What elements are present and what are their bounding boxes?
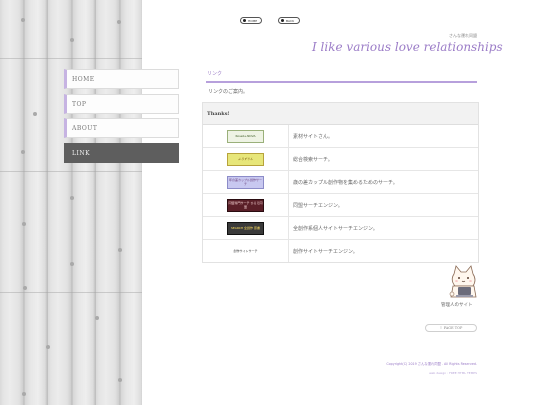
link-banner[interactable]: Roseb+NOVA <box>227 129 264 143</box>
table-row: よろずりん 総合検索サーチ。 <box>203 148 478 171</box>
home-top-button[interactable]: HOME <box>240 17 262 24</box>
site-name: さんな運れ同盟 <box>449 33 477 38</box>
sidebar-item-top[interactable]: TOP <box>64 94 179 114</box>
bullet-icon <box>281 19 284 22</box>
table-row: 創作サイトサーチ 創作サイトサーチエンジン。 <box>203 240 478 262</box>
bullet-icon <box>243 19 246 22</box>
table-row: SEARCH 全創作 原書 全創作系個人サイトサーチエンジン。 <box>203 217 478 240</box>
section-intro: リンクのご案内。 <box>208 89 249 95</box>
copyright-text: Copyright(C) 2019 さんな運れ同盟 . All Rights R… <box>386 362 477 366</box>
link-banner[interactable]: 同盟専門サーチ ひらえ同盟 <box>227 198 264 212</box>
link-banner[interactable]: 年の差カップル創作サーチ <box>227 175 264 189</box>
admin-site-link[interactable]: 管理人のサイト <box>441 302 473 308</box>
link-description: 創作サイトサーチエンジン。 <box>293 248 358 255</box>
table-row: 年の差カップル創作サーチ 歳の差カップル創作物を集めるためのサーチ。 <box>203 171 478 194</box>
home-top-label: HOME <box>248 18 258 23</box>
design-credit-link[interactable]: web design : FREE HTML TEMPS <box>429 371 477 375</box>
link-description: 歳の差カップル創作物を集めるためのサーチ。 <box>293 179 398 186</box>
table-row: Roseb+NOVA 素材サイトさん。 <box>203 125 478 148</box>
links-table: Thanks! Roseb+NOVA 素材サイトさん。 よろずりん 総合検索サー… <box>202 102 479 263</box>
wood-background-panel <box>0 0 142 405</box>
sidebar-item-home[interactable]: HOME <box>64 69 179 89</box>
back-top-label: BACK <box>286 18 295 23</box>
table-row: 同盟専門サーチ ひらえ同盟 同盟サーチエンジン。 <box>203 194 478 217</box>
link-description: 同盟サーチエンジン。 <box>293 202 343 209</box>
link-banner[interactable]: 創作サイトサーチ <box>227 244 264 258</box>
section-title: リンク <box>206 70 477 83</box>
link-description: 総合検索サーチ。 <box>293 156 333 163</box>
page-top-button[interactable]: ↑ PAGE TOP <box>425 324 477 332</box>
link-banner[interactable]: よろずりん <box>227 152 264 166</box>
link-description: 素材サイトさん。 <box>293 133 334 140</box>
back-top-button[interactable]: BACK <box>278 17 300 24</box>
link-description: 全創作系個人サイトサーチエンジン。 <box>293 225 378 232</box>
site-tagline[interactable]: I like various love relationships <box>312 40 503 54</box>
link-banner[interactable]: SEARCH 全創作 原書 <box>227 221 264 235</box>
cat-mascot-icon[interactable] <box>446 264 480 300</box>
table-header: Thanks! <box>203 103 478 125</box>
sidebar-item-link[interactable]: LINK <box>64 143 179 163</box>
sidebar-item-about[interactable]: ABOUT <box>64 118 179 138</box>
